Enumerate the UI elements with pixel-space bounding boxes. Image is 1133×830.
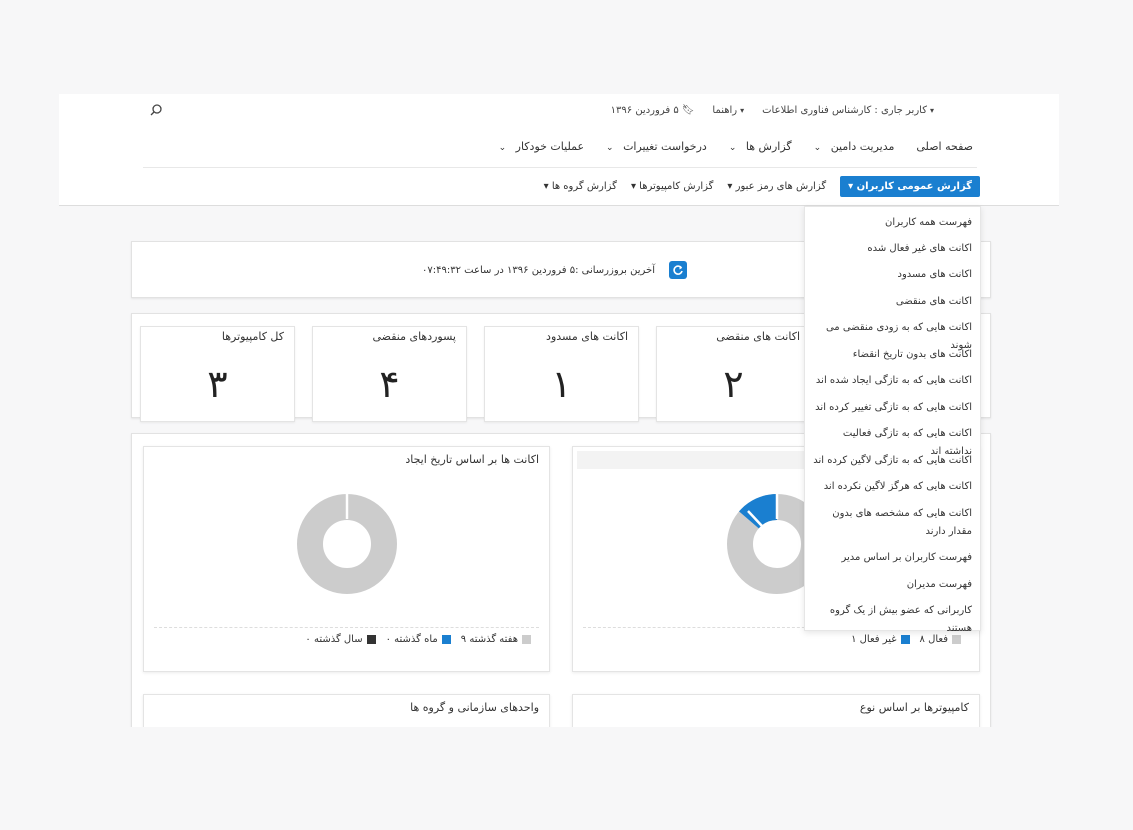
chart-accounts-by-creation: اکانت ها بر اساس تاریخ ایجاد هفته گذشته …	[143, 446, 550, 672]
chart-title: کامپیوترها بر اساس نوع	[859, 701, 969, 714]
menu-item[interactable]: اکانت هایی که مشخصه های بدون مقدار دارند	[813, 505, 972, 541]
help-menu[interactable]: ▾راهنما	[712, 105, 744, 116]
menu-item[interactable]: فهرست مدیران	[813, 576, 972, 594]
menu-item[interactable]: فهرست کاربران بر اساس مدیر	[813, 549, 973, 567]
legend-swatch	[522, 634, 531, 644]
menu-item[interactable]: فهرست همه کاربران	[813, 214, 972, 232]
menu-item[interactable]: اکانت های منقضی	[813, 293, 972, 311]
menu-item[interactable]: کاربرانی که عضو بیش از یک گروه هستند	[813, 602, 972, 638]
bookmark-icon: 🔖︎	[681, 105, 695, 116]
nav-reports[interactable]: گزارش ها ⌄	[729, 140, 792, 153]
current-user-menu[interactable]: ▾کاربر جاری : کارشناس فناوری اطلاعات	[762, 105, 934, 116]
sub-nav: گزارش عمومی کاربران ▾ گزارش های رمز عبور…	[544, 176, 980, 197]
chart-header	[577, 451, 807, 469]
search-icon[interactable]	[149, 103, 163, 117]
tab-general-user-reports[interactable]: گزارش عمومی کاربران ▾	[840, 176, 980, 197]
nav-change-requests[interactable]: درخواست تغییرات ⌄	[606, 140, 707, 153]
chart-title: اکانت ها بر اساس تاریخ ایجاد	[405, 453, 539, 466]
chevron-down-icon: ▾	[848, 181, 854, 192]
stat-card-locked-accounts[interactable]: اکانت های مسدود ۱	[484, 326, 639, 422]
chevron-down-icon: ▾	[929, 106, 934, 115]
chevron-down-icon: ⌄	[728, 143, 737, 153]
nav-domain-management[interactable]: مدیریت دامین ⌄	[814, 140, 895, 153]
menu-item[interactable]: اکانت هایی که به تازگی تغییر کرده اند	[813, 399, 972, 417]
tab-password-reports[interactable]: گزارش های رمز عبور ▾	[727, 181, 826, 192]
donut-chart	[297, 493, 397, 594]
chevron-down-icon: ⌄	[498, 143, 507, 153]
refresh-icon[interactable]	[669, 261, 687, 279]
stat-card-total-computers[interactable]: کل کامپیوترها ۳	[140, 326, 295, 422]
legend-divider	[154, 627, 539, 628]
menu-item[interactable]: اکانت هایی که به تازگی لاگین کرده اند	[813, 452, 972, 470]
chevron-down-icon: ▾	[543, 181, 549, 192]
stat-card-expired-passwords[interactable]: پسوردهای منقضی ۴	[312, 326, 467, 422]
tab-group-reports[interactable]: گزارش گروه ها ▾	[544, 181, 617, 192]
menu-item[interactable]: اکانت های بدون تاریخ انقضاء	[813, 346, 972, 364]
chart-legend: هفته گذشته ۹ ماه گذشته ۰ سال گذشته ۰	[305, 634, 531, 645]
chart-title: واحدهای سازمانی و گروه ها	[410, 701, 539, 714]
chevron-down-icon: ▾	[740, 106, 745, 115]
menu-item[interactable]: اکانت هایی که به تازگی ایجاد شده اند	[813, 372, 972, 390]
last-update-text: آخرین بروزرسانی :۵ فروردین ۱۳۹۶ در ساعت …	[422, 264, 655, 276]
nav-home[interactable]: صفحه اصلی	[916, 140, 973, 153]
page-bottom-fade	[0, 727, 1133, 830]
legend-swatch	[366, 634, 376, 644]
chevron-down-icon: ⌄	[606, 143, 614, 153]
chevron-down-icon: ⌄	[813, 143, 822, 153]
menu-item[interactable]: اکانت هایی که هرگز لاگین نکرده اند	[813, 478, 972, 496]
main-nav: صفحه اصلی مدیریت دامین ⌄ گزارش ها ⌄ درخو…	[499, 140, 973, 153]
chevron-down-icon: ▾	[727, 181, 733, 192]
nav-divider	[143, 167, 977, 168]
nav-automation[interactable]: عملیات خودکار ⌄	[499, 140, 584, 153]
menu-item[interactable]: اکانت های مسدود	[813, 266, 972, 284]
legend-swatch	[441, 634, 451, 644]
tab-computer-reports[interactable]: گزارش کامپیوترها ▾	[631, 181, 713, 192]
chevron-down-icon: ▾	[630, 181, 636, 192]
stat-card-expired-accounts[interactable]: اکانت های منقضی ۲	[656, 326, 811, 422]
date-display: 🔖︎۵ فروردین ۱۳۹۶	[610, 105, 695, 116]
legend-item[interactable]: سال گذشته ۰	[305, 634, 376, 645]
top-bar: ▾کاربر جاری : کارشناس فناوری اطلاعات ▾را…	[611, 105, 934, 116]
legend-item[interactable]: ماه گذشته ۰	[386, 634, 451, 645]
legend-item[interactable]: هفته گذشته ۹	[461, 634, 531, 645]
general-user-reports-dropdown: فهرست همه کاربران اکانت های غیر فعال شده…	[804, 206, 981, 634]
header: ▾کاربر جاری : کارشناس فناوری اطلاعات ▾را…	[59, 94, 1059, 206]
menu-item[interactable]: اکانت های غیر فعال شده	[813, 240, 972, 258]
